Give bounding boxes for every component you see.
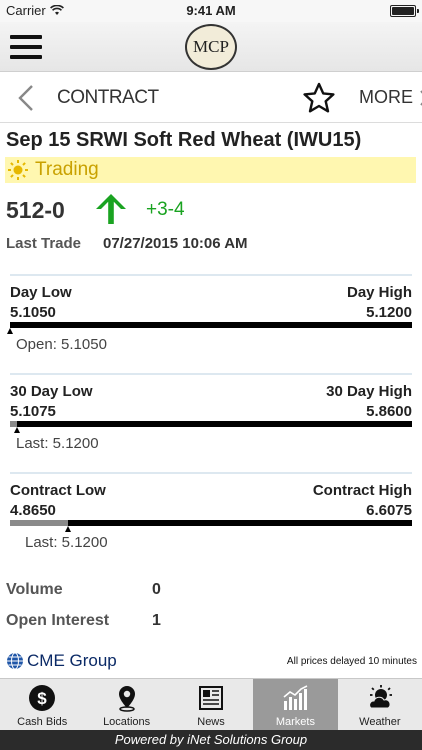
- menu-line: [10, 55, 42, 59]
- trading-status-bar: Trading: [5, 157, 416, 183]
- thirty-day-high-value: 5.8600: [366, 403, 412, 420]
- svg-text:$: $: [37, 689, 47, 708]
- cme-brand: CME Group: [27, 651, 117, 670]
- tab-cash-bids[interactable]: $ Cash Bids: [0, 679, 84, 730]
- weather-icon: [368, 685, 392, 709]
- tab-label: Markets: [275, 716, 315, 728]
- thirty-day-high-label: 30 Day High: [326, 383, 412, 400]
- range-marker: [7, 328, 13, 334]
- location-pin-icon: [118, 686, 135, 712]
- last-trade-value: 07/27/2015 10:06 AM: [103, 235, 248, 252]
- contract-low-label: Contract Low: [10, 482, 106, 499]
- sun-icon: [8, 160, 28, 180]
- mcp-logo[interactable]: MCP: [185, 24, 237, 70]
- menu-line: [10, 45, 42, 49]
- app-header: MCP: [0, 22, 422, 72]
- menu-button[interactable]: [10, 35, 42, 59]
- favorite-star-icon[interactable]: [303, 82, 335, 114]
- newspaper-icon: [199, 686, 224, 710]
- open-interest-value: 1: [152, 612, 161, 629]
- contract-high-label: Contract High: [312, 482, 412, 499]
- divider: [10, 373, 412, 375]
- trading-status: Trading: [35, 159, 99, 180]
- up-arrow-icon: [96, 194, 126, 224]
- thirty-day-low-value: 5.1075: [10, 403, 56, 420]
- contract-high-value: 6.6075: [366, 502, 412, 519]
- back-chevron-icon[interactable]: [14, 83, 38, 113]
- divider: [10, 274, 412, 276]
- range-fill: [10, 520, 68, 526]
- page-title: CONTRACT: [57, 87, 159, 108]
- globe-icon: [7, 652, 23, 670]
- volume-value: 0: [152, 581, 161, 598]
- range-marker: [65, 526, 71, 532]
- open-value: Open: 5.1050: [16, 336, 107, 353]
- tab-bar: $ Cash Bids Locations News Markets Weath…: [0, 678, 422, 730]
- day-range-bar: [10, 322, 412, 328]
- day-high-value: 5.1200: [366, 304, 412, 321]
- contract-low-value: 4.8650: [10, 502, 56, 519]
- day-low-label: Day Low: [10, 284, 72, 301]
- open-interest-label: Open Interest: [6, 612, 110, 629]
- dollar-icon: $: [29, 685, 56, 711]
- price-change: +3-4: [146, 199, 185, 220]
- contract-last-value: Last: 5.1200: [25, 534, 108, 551]
- cme-group-logo: CME Group: [6, 651, 117, 671]
- divider: [10, 472, 412, 474]
- more-label: MORE: [359, 87, 413, 107]
- volume-label: Volume: [6, 581, 63, 598]
- tab-weather[interactable]: Weather: [338, 679, 422, 730]
- current-price: 512-0: [6, 197, 65, 223]
- last-trade-label: Last Trade: [6, 235, 82, 252]
- sub-nav: CONTRACT MORE: [0, 73, 422, 123]
- menu-line: [10, 35, 42, 39]
- thirty-day-range-bar: [10, 421, 412, 427]
- status-bar: Carrier 9:41 AM: [0, 0, 422, 22]
- battery-icon: [390, 5, 419, 17]
- delay-note: All prices delayed 10 minutes: [286, 656, 417, 667]
- bar-chart-icon: [283, 685, 308, 710]
- tab-label: News: [197, 716, 225, 728]
- day-high-label: Day High: [346, 284, 412, 301]
- tab-markets[interactable]: Markets: [253, 679, 338, 730]
- range-marker: [14, 427, 20, 433]
- tab-label: Locations: [103, 716, 151, 728]
- tab-locations[interactable]: Locations: [84, 679, 168, 730]
- more-button[interactable]: MORE: [359, 87, 422, 108]
- thirty-day-last-value: Last: 5.1200: [16, 435, 99, 452]
- day-low-value: 5.1050: [10, 304, 56, 321]
- tab-news[interactable]: News: [169, 679, 253, 730]
- status-time: 9:41 AM: [186, 3, 236, 18]
- thirty-day-low-label: 30 Day Low: [10, 383, 93, 400]
- tab-label: Weather: [359, 716, 401, 728]
- tab-label: Cash Bids: [17, 716, 68, 728]
- contract-title: Sep 15 SRWI Soft Red Wheat (IWU15): [6, 129, 362, 151]
- powered-by-footer: Powered by iNet Solutions Group: [0, 730, 422, 750]
